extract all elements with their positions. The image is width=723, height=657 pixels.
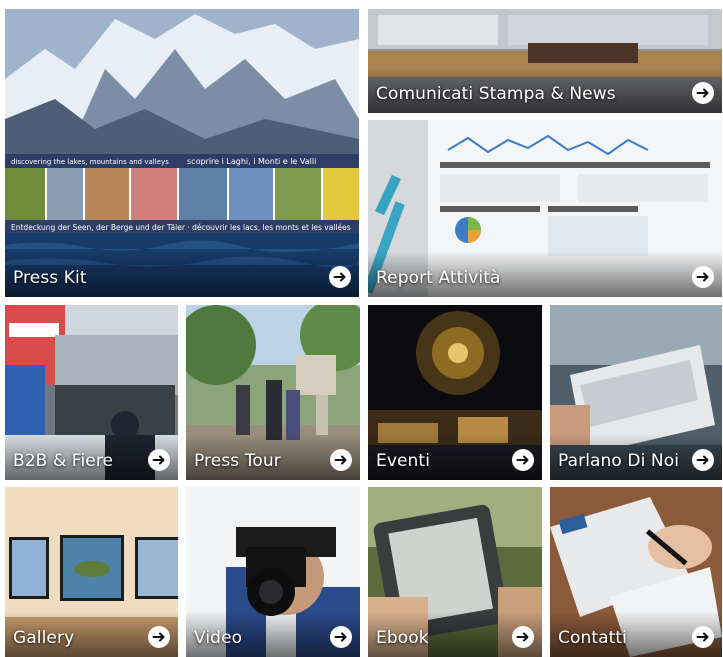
tile-label: Press Tour bbox=[194, 451, 281, 471]
tile-eventi[interactable]: Eventi bbox=[368, 305, 542, 480]
tile-label: Contatti bbox=[558, 628, 627, 648]
tile-label: Press Kit bbox=[13, 268, 87, 288]
arrow-right-icon[interactable] bbox=[692, 626, 714, 648]
tile-press-kit[interactable]: discovering the lakes, mountains and val… bbox=[5, 9, 359, 297]
tile-label: Ebook bbox=[376, 628, 429, 648]
banner-top-right-text: scoprire i Laghi, i Monti e le Valli bbox=[187, 157, 316, 166]
tile-press-tour[interactable]: Press Tour bbox=[186, 305, 360, 480]
arrow-right-icon[interactable] bbox=[148, 626, 170, 648]
arrow-right-icon[interactable] bbox=[692, 266, 714, 288]
tile-label: Comunicati Stampa & News bbox=[376, 84, 616, 104]
tile-video[interactable]: Video bbox=[186, 487, 360, 657]
tile-b2b-fiere[interactable]: B2B & Fiere bbox=[5, 305, 178, 480]
tile-label: Video bbox=[194, 628, 243, 648]
arrow-right-icon[interactable] bbox=[329, 266, 351, 288]
tile-parlano-di-noi[interactable]: Parlano Di Noi bbox=[550, 305, 722, 480]
tile-label: Parlano Di Noi bbox=[558, 451, 680, 471]
tile-ebook[interactable]: Ebook bbox=[368, 487, 542, 657]
tile-label: Eventi bbox=[376, 451, 431, 471]
arrow-right-icon[interactable] bbox=[330, 449, 352, 471]
tile-label: Gallery bbox=[13, 628, 75, 648]
banner-bottom-text: Entdeckung der Seen, der Berge und der T… bbox=[11, 223, 351, 232]
banner-top-left-text: discovering the lakes, mountains and val… bbox=[11, 158, 169, 166]
tile-label: Report Attività bbox=[376, 268, 501, 288]
arrow-right-icon[interactable] bbox=[148, 449, 170, 471]
tile-comunicati-stampa[interactable]: Comunicati Stampa & News bbox=[368, 9, 722, 113]
arrow-right-icon[interactable] bbox=[512, 449, 534, 471]
tile-label: B2B & Fiere bbox=[13, 451, 114, 471]
tile-gallery[interactable]: Gallery bbox=[5, 487, 178, 657]
tile-contatti[interactable]: Contatti bbox=[550, 487, 722, 657]
arrow-right-icon[interactable] bbox=[692, 449, 714, 471]
arrow-right-icon[interactable] bbox=[512, 626, 534, 648]
arrow-right-icon[interactable] bbox=[692, 82, 714, 104]
arrow-right-icon[interactable] bbox=[330, 626, 352, 648]
tile-report-attivita[interactable]: Report Attività bbox=[368, 120, 722, 297]
